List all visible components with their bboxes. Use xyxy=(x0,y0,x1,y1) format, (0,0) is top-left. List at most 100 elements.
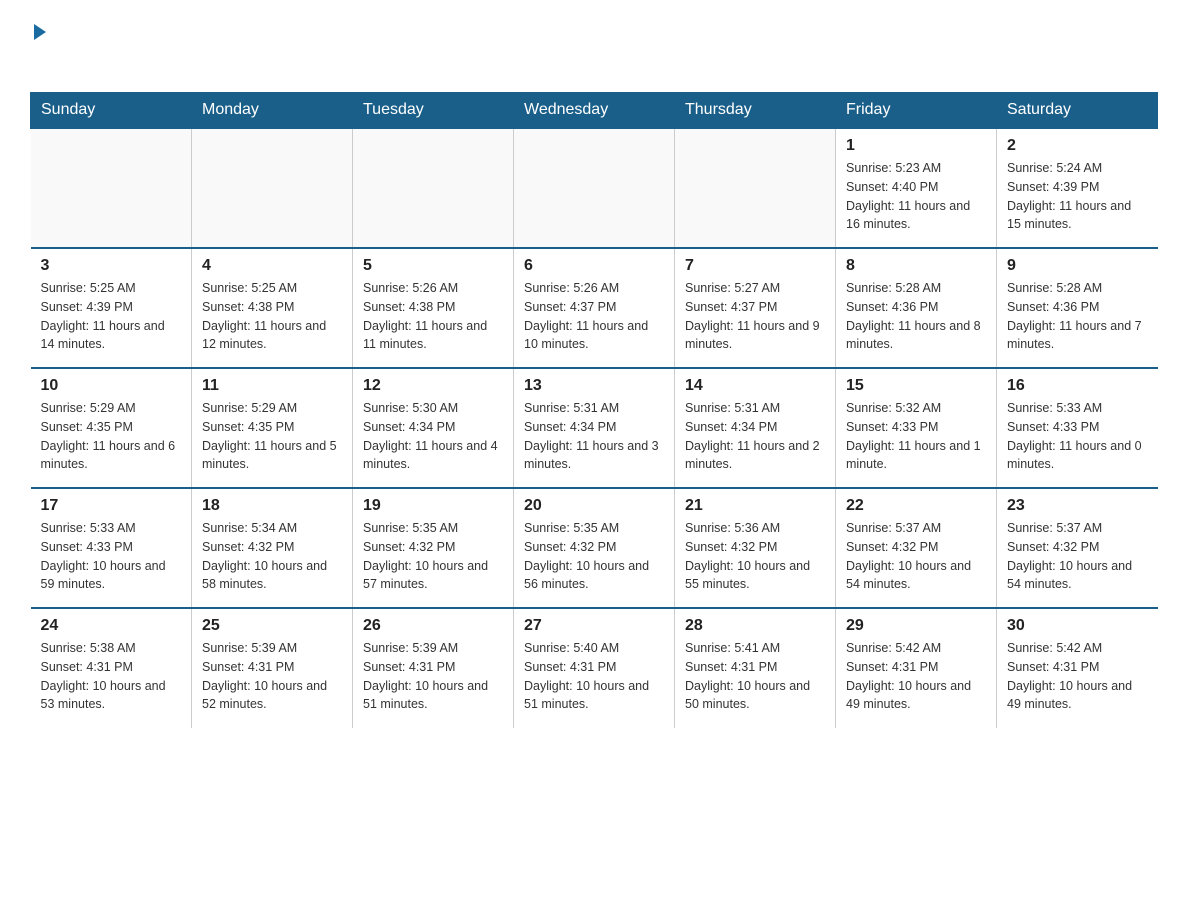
calendar-cell: 23 Sunrise: 5:37 AM Sunset: 4:32 PM Dayli… xyxy=(997,488,1158,608)
day-number: 27 xyxy=(524,617,664,635)
day-number: 19 xyxy=(363,497,503,515)
logo-arrow-icon xyxy=(34,24,46,40)
day-number: 24 xyxy=(41,617,182,635)
calendar-header-saturday: Saturday xyxy=(997,93,1158,129)
day-number: 11 xyxy=(202,377,342,395)
calendar-cell: 18 Sunrise: 5:34 AM Sunset: 4:32 PM Dayli… xyxy=(192,488,353,608)
day-number: 13 xyxy=(524,377,664,395)
calendar-cell: 28Sunrise: 5:41 AM Sunset: 4:31 PM Dayli… xyxy=(675,608,836,728)
day-info: Sunrise: 5:29 AM Sunset: 4:35 PM Dayligh… xyxy=(41,399,182,474)
calendar-cell: 4 Sunrise: 5:25 AM Sunset: 4:38 PM Daylig… xyxy=(192,248,353,368)
day-info: Sunrise: 5:42 AM Sunset: 4:31 PM Dayligh… xyxy=(846,639,986,714)
calendar-week-row: 3Sunrise: 5:25 AM Sunset: 4:39 PM Daylig… xyxy=(31,248,1158,368)
calendar-week-row: 10 Sunrise: 5:29 AM Sunset: 4:35 PM Dayli… xyxy=(31,368,1158,488)
calendar-cell xyxy=(514,128,675,248)
calendar-header-monday: Monday xyxy=(192,93,353,129)
day-info: Sunrise: 5:41 AM Sunset: 4:31 PM Dayligh… xyxy=(685,639,825,714)
calendar-header-wednesday: Wednesday xyxy=(514,93,675,129)
day-info: Sunrise: 5:31 AM Sunset: 4:34 PM Dayligh… xyxy=(524,399,664,474)
calendar-cell: 25 Sunrise: 5:39 AM Sunset: 4:31 PM Dayli… xyxy=(192,608,353,728)
day-number: 17 xyxy=(41,497,182,515)
calendar-cell: 15 Sunrise: 5:32 AM Sunset: 4:33 PM Dayli… xyxy=(836,368,997,488)
day-info: Sunrise: 5:38 AM Sunset: 4:31 PM Dayligh… xyxy=(41,639,182,714)
calendar-cell xyxy=(31,128,192,248)
day-number: 1 xyxy=(846,137,986,155)
day-number: 6 xyxy=(524,257,664,275)
calendar-cell xyxy=(353,128,514,248)
day-info: Sunrise: 5:27 AM Sunset: 4:37 PM Dayligh… xyxy=(685,279,825,354)
day-info: Sunrise: 5:23 AM Sunset: 4:40 PM Dayligh… xyxy=(846,159,986,234)
day-info: Sunrise: 5:33 AM Sunset: 4:33 PM Dayligh… xyxy=(1007,399,1148,474)
calendar-cell: 7 Sunrise: 5:27 AM Sunset: 4:37 PM Daylig… xyxy=(675,248,836,368)
calendar-cell: 22 Sunrise: 5:37 AM Sunset: 4:32 PM Dayli… xyxy=(836,488,997,608)
calendar-cell: 10 Sunrise: 5:29 AM Sunset: 4:35 PM Dayli… xyxy=(31,368,192,488)
logo xyxy=(30,20,46,72)
calendar-cell: 29 Sunrise: 5:42 AM Sunset: 4:31 PM Dayli… xyxy=(836,608,997,728)
calendar-cell: 1 Sunrise: 5:23 AM Sunset: 4:40 PM Daylig… xyxy=(836,128,997,248)
calendar-header-friday: Friday xyxy=(836,93,997,129)
calendar-header-row: SundayMondayTuesdayWednesdayThursdayFrid… xyxy=(31,93,1158,129)
day-number: 10 xyxy=(41,377,182,395)
day-number: 23 xyxy=(1007,497,1148,515)
calendar-cell: 13 Sunrise: 5:31 AM Sunset: 4:34 PM Dayli… xyxy=(514,368,675,488)
day-number: 20 xyxy=(524,497,664,515)
calendar-cell: 17 Sunrise: 5:33 AM Sunset: 4:33 PM Dayli… xyxy=(31,488,192,608)
calendar-header-thursday: Thursday xyxy=(675,93,836,129)
day-info: Sunrise: 5:37 AM Sunset: 4:32 PM Dayligh… xyxy=(1007,519,1148,594)
day-number: 7 xyxy=(685,257,825,275)
calendar-week-row: 24 Sunrise: 5:38 AM Sunset: 4:31 PM Dayli… xyxy=(31,608,1158,728)
day-info: Sunrise: 5:35 AM Sunset: 4:32 PM Dayligh… xyxy=(363,519,503,594)
calendar-week-row: 17 Sunrise: 5:33 AM Sunset: 4:33 PM Dayli… xyxy=(31,488,1158,608)
day-info: Sunrise: 5:26 AM Sunset: 4:37 PM Dayligh… xyxy=(524,279,664,354)
day-info: Sunrise: 5:39 AM Sunset: 4:31 PM Dayligh… xyxy=(202,639,342,714)
day-number: 8 xyxy=(846,257,986,275)
day-number: 21 xyxy=(685,497,825,515)
day-number: 25 xyxy=(202,617,342,635)
day-info: Sunrise: 5:31 AM Sunset: 4:34 PM Dayligh… xyxy=(685,399,825,474)
day-number: 3 xyxy=(41,257,182,275)
calendar-cell: 3Sunrise: 5:25 AM Sunset: 4:39 PM Daylig… xyxy=(31,248,192,368)
day-number: 9 xyxy=(1007,257,1148,275)
day-number: 18 xyxy=(202,497,342,515)
day-number: 14 xyxy=(685,377,825,395)
calendar-cell: 20 Sunrise: 5:35 AM Sunset: 4:32 PM Dayli… xyxy=(514,488,675,608)
day-info: Sunrise: 5:39 AM Sunset: 4:31 PM Dayligh… xyxy=(363,639,503,714)
calendar-table: SundayMondayTuesdayWednesdayThursdayFrid… xyxy=(30,92,1158,728)
day-number: 26 xyxy=(363,617,503,635)
calendar-cell xyxy=(192,128,353,248)
day-info: Sunrise: 5:34 AM Sunset: 4:32 PM Dayligh… xyxy=(202,519,342,594)
calendar-cell: 21 Sunrise: 5:36 AM Sunset: 4:32 PM Dayli… xyxy=(675,488,836,608)
day-info: Sunrise: 5:36 AM Sunset: 4:32 PM Dayligh… xyxy=(685,519,825,594)
calendar-header-tuesday: Tuesday xyxy=(353,93,514,129)
day-number: 30 xyxy=(1007,617,1148,635)
day-number: 4 xyxy=(202,257,342,275)
day-info: Sunrise: 5:37 AM Sunset: 4:32 PM Dayligh… xyxy=(846,519,986,594)
day-number: 15 xyxy=(846,377,986,395)
day-info: Sunrise: 5:32 AM Sunset: 4:33 PM Dayligh… xyxy=(846,399,986,474)
day-number: 29 xyxy=(846,617,986,635)
calendar-cell: 5 Sunrise: 5:26 AM Sunset: 4:38 PM Daylig… xyxy=(353,248,514,368)
day-info: Sunrise: 5:30 AM Sunset: 4:34 PM Dayligh… xyxy=(363,399,503,474)
day-info: Sunrise: 5:26 AM Sunset: 4:38 PM Dayligh… xyxy=(363,279,503,354)
day-info: Sunrise: 5:29 AM Sunset: 4:35 PM Dayligh… xyxy=(202,399,342,474)
calendar-cell: 27Sunrise: 5:40 AM Sunset: 4:31 PM Dayli… xyxy=(514,608,675,728)
calendar-cell: 24 Sunrise: 5:38 AM Sunset: 4:31 PM Dayli… xyxy=(31,608,192,728)
calendar-cell xyxy=(675,128,836,248)
day-info: Sunrise: 5:35 AM Sunset: 4:32 PM Dayligh… xyxy=(524,519,664,594)
calendar-cell: 2Sunrise: 5:24 AM Sunset: 4:39 PM Daylig… xyxy=(997,128,1158,248)
calendar-week-row: 1 Sunrise: 5:23 AM Sunset: 4:40 PM Daylig… xyxy=(31,128,1158,248)
day-info: Sunrise: 5:28 AM Sunset: 4:36 PM Dayligh… xyxy=(846,279,986,354)
calendar-cell: 16Sunrise: 5:33 AM Sunset: 4:33 PM Dayli… xyxy=(997,368,1158,488)
day-number: 2 xyxy=(1007,137,1148,155)
calendar-header-sunday: Sunday xyxy=(31,93,192,129)
day-info: Sunrise: 5:25 AM Sunset: 4:38 PM Dayligh… xyxy=(202,279,342,354)
day-info: Sunrise: 5:33 AM Sunset: 4:33 PM Dayligh… xyxy=(41,519,182,594)
day-info: Sunrise: 5:42 AM Sunset: 4:31 PM Dayligh… xyxy=(1007,639,1148,714)
page-header xyxy=(30,20,1158,72)
calendar-cell: 14 Sunrise: 5:31 AM Sunset: 4:34 PM Dayli… xyxy=(675,368,836,488)
day-number: 5 xyxy=(363,257,503,275)
calendar-cell: 19 Sunrise: 5:35 AM Sunset: 4:32 PM Dayli… xyxy=(353,488,514,608)
calendar-cell: 8 Sunrise: 5:28 AM Sunset: 4:36 PM Daylig… xyxy=(836,248,997,368)
day-number: 12 xyxy=(363,377,503,395)
day-number: 22 xyxy=(846,497,986,515)
